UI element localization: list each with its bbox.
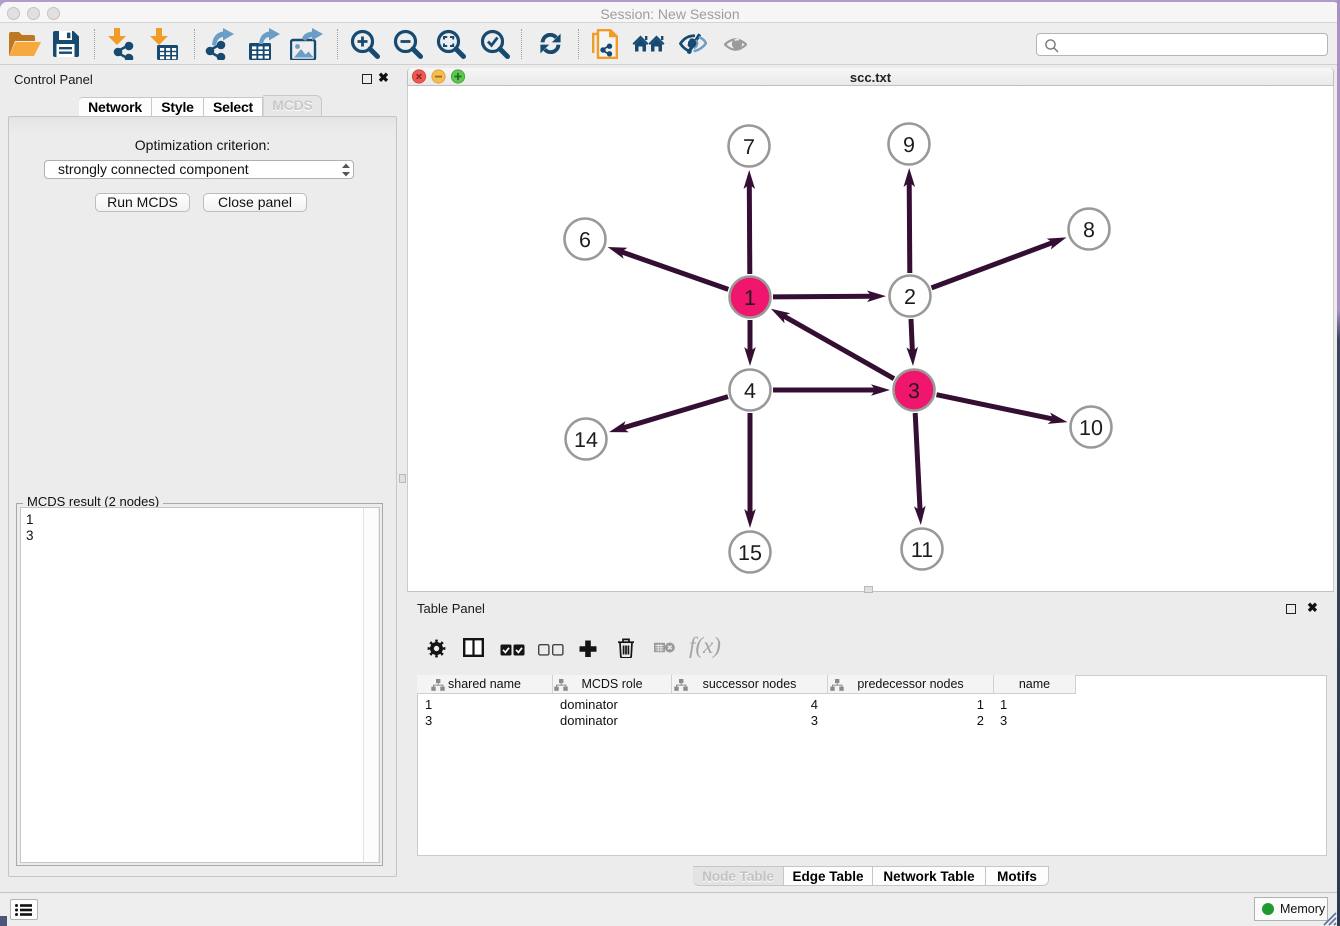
svg-text:8: 8 [1083,218,1095,242]
svg-text:9: 9 [903,133,915,157]
svg-text:7: 7 [743,135,755,159]
svg-text:2: 2 [904,285,916,309]
svg-text:3: 3 [908,379,920,403]
svg-text:10: 10 [1079,416,1103,440]
svg-text:15: 15 [738,541,762,565]
svg-text:11: 11 [911,538,933,562]
svg-text:1: 1 [744,286,756,310]
svg-text:14: 14 [574,428,598,452]
svg-text:6: 6 [579,228,591,252]
svg-text:4: 4 [744,379,756,403]
